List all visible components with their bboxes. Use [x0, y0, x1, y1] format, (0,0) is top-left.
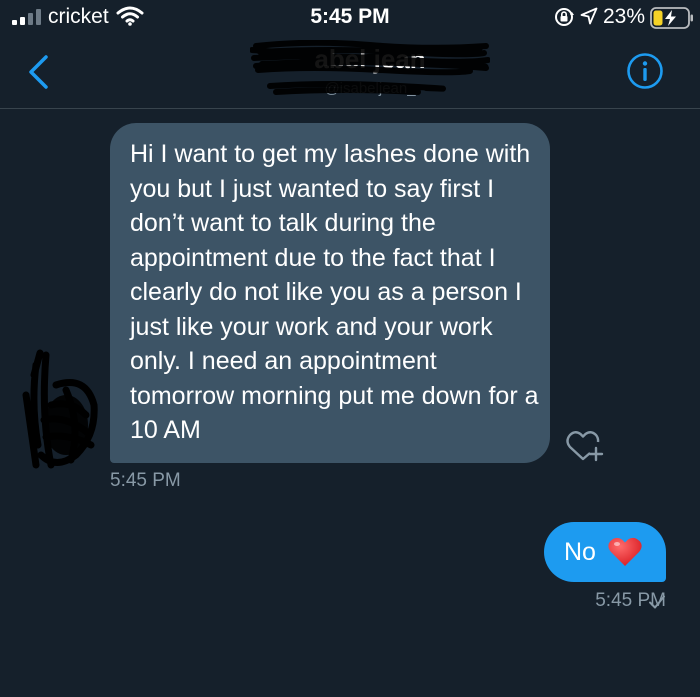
orientation-lock-icon — [555, 8, 574, 26]
battery-percent: 23% — [603, 5, 646, 28]
outgoing-message-bubble[interactable]: No — [544, 522, 666, 582]
chevron-left-icon[interactable] — [24, 54, 52, 90]
outgoing-message-text: No — [564, 538, 596, 566]
status-bar: cricket 5:45 PM 23% — [0, 0, 700, 36]
incoming-message-text: Hi I want to get my lashes done with you… — [130, 140, 539, 444]
incoming-message-time: 5:45 PM — [110, 470, 181, 491]
heart-plus-icon[interactable] — [566, 426, 606, 462]
red-heart-icon — [608, 537, 642, 566]
conversation-header: abel jean @isabeljean_ — [0, 36, 700, 109]
info-icon[interactable] — [626, 52, 664, 90]
avatar-redaction-scribble — [22, 349, 98, 469]
incoming-message-bubble[interactable]: Hi I want to get my lashes done with you… — [110, 123, 550, 463]
redaction-scribble — [250, 40, 490, 95]
contact-name-area[interactable]: abel jean @isabeljean_ — [250, 40, 490, 104]
sent-check-icon — [649, 595, 665, 609]
location-icon — [580, 7, 598, 25]
battery-charging-icon — [650, 7, 693, 29]
